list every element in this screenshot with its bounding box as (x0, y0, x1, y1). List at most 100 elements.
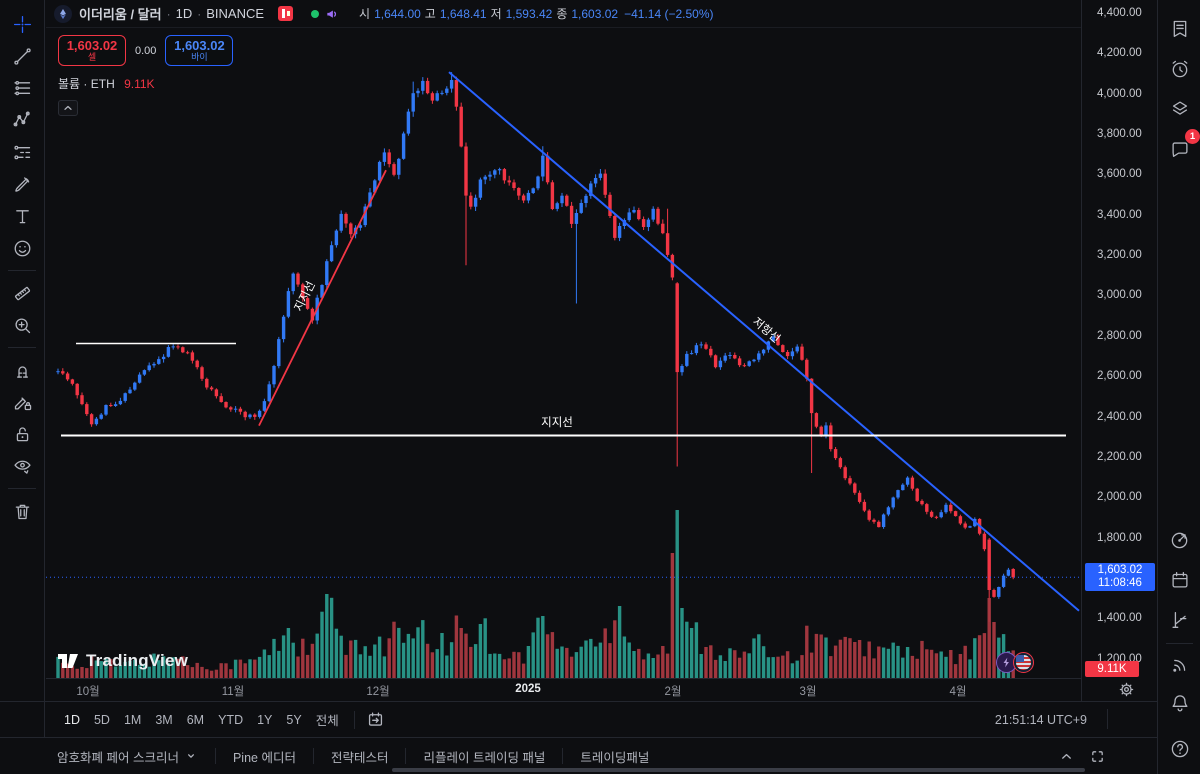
forecast-tool-button[interactable] (5, 136, 39, 168)
divider (1107, 709, 1108, 729)
interval-button[interactable]: 1D (176, 6, 193, 21)
range-button-3m[interactable]: 3M (148, 710, 179, 730)
range-button-1y[interactable]: 1Y (250, 710, 279, 730)
range-button-5y[interactable]: 5Y (279, 710, 308, 730)
sidebar-chat-button[interactable]: 1 (1165, 129, 1200, 163)
high-value: 1,648.41 (439, 6, 487, 21)
range-button-1d[interactable]: 1D (57, 710, 87, 730)
range-button-전체[interactable]: 전체 (309, 707, 346, 732)
measure-tool-button[interactable] (5, 277, 39, 309)
time-tick-label[interactable]: 2025 (515, 683, 541, 695)
symbol-name-button[interactable]: 이더리움 / 달러 (79, 4, 162, 23)
time-tick-label[interactable]: 2월 (665, 683, 682, 699)
tradingview-wordmark: TradingView (86, 651, 189, 670)
text-tool-button[interactable] (5, 200, 39, 232)
sidebar-help-button[interactable] (1165, 734, 1194, 763)
volume-legend[interactable]: 볼륨 · ETH 9.11K (58, 75, 233, 92)
clock-timezone-button[interactable]: 21:51:14 UTC+9 (995, 713, 1087, 727)
high-label: 고 (424, 7, 436, 21)
goto-date-icon[interactable] (363, 707, 389, 733)
horizontal-scrollbar[interactable] (392, 768, 1085, 772)
price-tick-label: 1,400.00 (1097, 612, 1142, 625)
us-flag-event-icon[interactable] (1013, 652, 1034, 673)
time-tick-label[interactable]: 10월 (76, 683, 99, 699)
volume-legend-value: 9.11K (124, 77, 155, 91)
tab-5[interactable]: 트레이딩패널 (580, 747, 649, 766)
emoji-tool-button[interactable] (5, 232, 39, 264)
buy-price: 1,603.02 (174, 37, 225, 53)
cursor-tool-button[interactable] (5, 8, 39, 40)
range-button-5d[interactable]: 5D (87, 710, 117, 730)
tab-4[interactable]: 리플레이 트레이딩 패널 (423, 747, 545, 766)
layers-icon (1169, 98, 1191, 120)
sidebar-hotlist-button[interactable] (1165, 525, 1194, 554)
price-tick-label: 4,000.00 (1097, 87, 1142, 100)
exchange-button[interactable]: BINANCE (206, 6, 264, 21)
sidebar-notifications-button[interactable] (1165, 688, 1194, 717)
fib-retracement-icon (12, 78, 33, 99)
price-tick-label: 2,800.00 (1097, 329, 1142, 342)
sidebar-calendar-button[interactable] (1165, 565, 1194, 594)
fullscreen-icon[interactable] (1090, 749, 1105, 764)
top-toolbar: 이더리움 / 달러 · 1D · BINANCE 시 1,644.00 고 1,… (46, 0, 1081, 28)
magnet-tool-button[interactable] (5, 354, 39, 386)
tab-divider (312, 748, 314, 764)
close-label: 종 (556, 7, 568, 21)
time-tick-label[interactable]: 12월 (366, 683, 389, 699)
lock-drawings-tool-button[interactable] (5, 418, 39, 450)
sidebar-dom-panel-button[interactable] (1165, 605, 1194, 634)
trend-line-tool-button[interactable] (5, 40, 39, 72)
time-axis[interactable]: 10월 11월 12월 2025 2월 3월 4월 (46, 678, 1081, 701)
change-value: −41.14 (−2.50%) (624, 6, 714, 21)
axis-settings-gear-icon[interactable] (1118, 681, 1135, 698)
open-label: 시 (359, 7, 371, 21)
close-value: 1,603.02 (571, 6, 619, 21)
range-button-1m[interactable]: 1M (117, 710, 148, 730)
target-icon (1169, 529, 1191, 551)
zoom-in-tool-button[interactable] (5, 309, 39, 341)
sidebar-streams-button[interactable] (1165, 650, 1194, 679)
time-tick-label[interactable]: 4월 (950, 683, 967, 699)
sidebar-watchlist-button[interactable] (1165, 14, 1194, 43)
chevron-up-icon[interactable] (1059, 749, 1074, 764)
tradingview-logo[interactable]: TradingView (57, 650, 188, 672)
remove-drawings-tool-button[interactable] (5, 495, 39, 527)
pencil-lock-icon (12, 392, 33, 413)
pattern-tool-button[interactable] (5, 104, 39, 136)
separator: · (166, 6, 171, 21)
panel-expand-chevron-icon[interactable] (1059, 749, 1074, 764)
volume-axis-badge: 9.11K (1085, 661, 1139, 677)
tab-3[interactable]: 전략테스터 (331, 747, 389, 766)
flag-symbol-icon[interactable] (278, 6, 294, 21)
sidebar-object-tree-button[interactable] (1165, 94, 1194, 123)
price-axis[interactable]: 1,603.02 11:08:46 9.11K 4,400.00 4,200.00… (1081, 0, 1157, 701)
tab-2[interactable]: Pine 에디터 (233, 747, 296, 766)
time-tick-label[interactable]: 11월 (222, 683, 245, 699)
fib-retracement-tool-button[interactable] (5, 72, 39, 104)
minds-megaphone-icon[interactable] (325, 7, 339, 21)
drawing-mode-tool-button[interactable] (5, 386, 39, 418)
brush-tool-button[interactable] (5, 168, 39, 200)
forecast-icon (12, 142, 33, 163)
tab-1[interactable]: 암호화폐 페어 스크리너 (57, 747, 198, 766)
gear-icon[interactable] (1118, 681, 1135, 698)
chart-pane[interactable]: 지지선 저항선 지지선 1,603.02 셀 0.00 1,603.02 바이 볼륨… (46, 28, 1081, 678)
hide-drawings-tool-button[interactable] (5, 450, 39, 482)
time-tick-label[interactable]: 3월 (800, 683, 817, 699)
collapse-legend-button[interactable] (58, 100, 78, 116)
panel-fullscreen-icon[interactable] (1090, 749, 1105, 764)
help-icon (1169, 738, 1191, 760)
range-button-6m[interactable]: 6M (180, 710, 211, 730)
tradingview-mark-icon (57, 650, 79, 672)
toolbar-divider (8, 347, 36, 348)
price-tick-label: 4,400.00 (1097, 7, 1142, 19)
buy-button[interactable]: 1,603.02 바이 (165, 35, 234, 66)
buy-label: 바이 (191, 51, 208, 62)
candlestick-canvas[interactable]: 지지선저항선지지선 (46, 28, 1081, 678)
sidebar-alerts-button[interactable] (1165, 54, 1194, 83)
support-trendline-label: 지지선 (292, 279, 318, 313)
toolbar-divider (8, 270, 36, 271)
sell-button[interactable]: 1,603.02 셀 (58, 35, 126, 66)
bell-icon (1169, 692, 1191, 714)
range-button-ytd[interactable]: YTD (211, 710, 250, 730)
